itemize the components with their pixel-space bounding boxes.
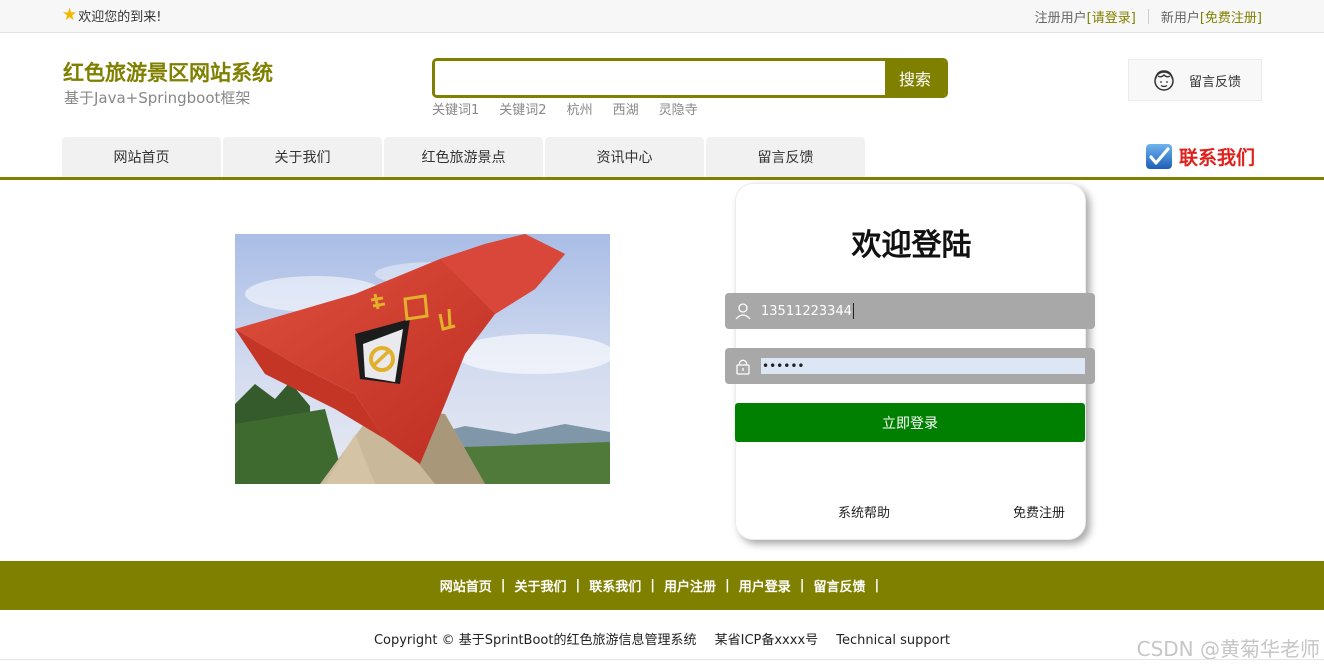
- divider: |: [874, 578, 880, 593]
- site-subtitle: 基于Java+Springboot框架: [64, 89, 251, 107]
- password-value[interactable]: ••••••: [761, 358, 1085, 374]
- login-title: 欢迎登陆: [851, 228, 972, 263]
- watermark: CSDN @黄菊华老师: [1136, 637, 1320, 661]
- footer-link-register[interactable]: 用户注册: [664, 576, 716, 595]
- keyword-link[interactable]: 关键词1: [432, 99, 479, 118]
- divider: |: [650, 578, 655, 593]
- nav-item-about[interactable]: 关于我们: [223, 137, 382, 177]
- divider: |: [500, 578, 506, 593]
- footer-nav: 网站首页 | 关于我们 | 联系我们 | 用户注册 | 用户登录 | 留言反馈 |: [0, 561, 1324, 610]
- icp-number: 某省ICP备xxxx号: [714, 633, 819, 648]
- feedback-button[interactable]: 留言反馈: [1128, 59, 1262, 101]
- keyword-link[interactable]: 灵隐寺: [659, 99, 698, 118]
- feedback-label: 留言反馈: [1189, 74, 1242, 90]
- copyright-text: Copyright © 基于SprintBoot的红色旅游信息管理系统: [373, 633, 697, 648]
- nav-item-news[interactable]: 资讯中心: [545, 137, 704, 177]
- free-register-link[interactable]: [免费注册]: [1200, 7, 1262, 26]
- nav-underline: [0, 177, 1324, 180]
- customer-service-icon: [1154, 70, 1174, 91]
- nav-item-feedback[interactable]: 留言反馈: [706, 137, 865, 177]
- jinggangshan-monument-image: [235, 234, 610, 484]
- footer-link-contact[interactable]: 联系我们: [589, 576, 641, 595]
- keyword-link[interactable]: 杭州: [567, 99, 593, 118]
- lock-icon: [736, 359, 750, 375]
- new-user-label: 新用户: [1160, 11, 1200, 26]
- username-text: 13511223344: [761, 303, 852, 319]
- top-links: 注册用户 [请登录] 新用户 [免费注册]: [1035, 7, 1262, 26]
- footer-link-home[interactable]: 网站首页: [440, 576, 492, 595]
- contact-us-label: 联系我们: [1179, 147, 1256, 169]
- contact-check-icon: [1146, 144, 1172, 169]
- hot-keywords: 关键词1 关键词2 杭州 西湖 灵隐寺: [432, 99, 698, 118]
- free-register-button[interactable]: 免费注册: [1013, 502, 1065, 521]
- contact-us-link[interactable]: 联系我们: [1145, 142, 1255, 171]
- technical-support: Technical support: [836, 633, 951, 648]
- divider: [1147, 9, 1149, 24]
- user-icon: [735, 303, 751, 320]
- divider: |: [799, 578, 805, 593]
- footer-link-feedback[interactable]: 留言反馈: [814, 576, 866, 595]
- text-caret: [852, 303, 854, 319]
- main-nav: 网站首页 关于我们 红色旅游景点 资讯中心 留言反馈: [62, 137, 865, 177]
- username-field[interactable]: 13511223344: [725, 293, 1095, 329]
- divider: |: [575, 578, 581, 593]
- welcome-message: ★ 欢迎您的到来!: [62, 5, 162, 26]
- search-button[interactable]: 搜索: [885, 61, 945, 95]
- register-user-label: 注册用户: [1034, 11, 1087, 26]
- divider: [0, 659, 1324, 660]
- keyword-link[interactable]: 关键词2: [499, 99, 546, 118]
- footer-link-about[interactable]: 关于我们: [514, 576, 566, 595]
- login-link[interactable]: [请登录]: [1087, 7, 1136, 26]
- username-value[interactable]: 13511223344: [761, 293, 854, 329]
- password-field[interactable]: ••••••: [725, 348, 1095, 384]
- nav-item-home[interactable]: 网站首页: [62, 137, 221, 177]
- copyright: Copyright © 基于SprintBoot的红色旅游信息管理系统 某省IC…: [0, 629, 1324, 648]
- search-input[interactable]: [435, 61, 888, 95]
- system-help-link[interactable]: 系统帮助: [838, 502, 890, 521]
- footer-link-login[interactable]: 用户登录: [739, 576, 791, 595]
- divider: |: [725, 578, 730, 593]
- star-icon: ★: [62, 5, 78, 25]
- site-title[interactable]: 红色旅游景区网站系统: [63, 57, 273, 87]
- keyword-link[interactable]: 西湖: [613, 99, 639, 118]
- login-button[interactable]: 立即登录: [735, 403, 1085, 442]
- top-bar: ★ 欢迎您的到来! 注册用户 [请登录] 新用户 [免费注册]: [0, 0, 1324, 33]
- nav-item-attractions[interactable]: 红色旅游景点: [384, 137, 543, 177]
- welcome-text: 欢迎您的到来!: [78, 10, 162, 25]
- search-box: 搜索: [432, 58, 948, 98]
